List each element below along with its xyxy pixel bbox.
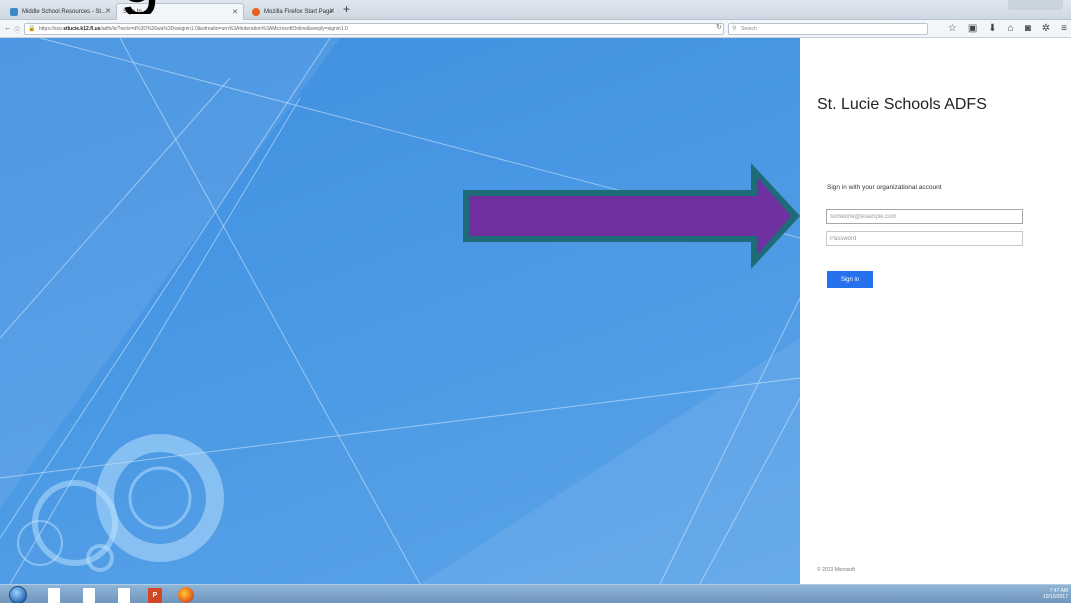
clock-date: 10/10/2017: [1042, 594, 1068, 600]
lock-icon: 🔒: [28, 26, 36, 32]
taskbar-app-icon[interactable]: [48, 588, 60, 603]
slide-heading-fragment: n: [0, 44, 22, 118]
toolbar-icons: ☆ ▣ ⬇ ⌂ ◙ ✲ ≡: [948, 22, 1067, 36]
screen: Middle School Resources - St... ✕ Sign I…: [0, 0, 1071, 603]
new-tab-icon[interactable]: +: [343, 2, 350, 16]
background-illustration: [0, 38, 800, 584]
tab-label: Mozilla Firefox Start Page: [264, 8, 333, 15]
site-favicon-icon: [10, 7, 18, 16]
window-controls[interactable]: [1008, 0, 1063, 10]
reading-list-icon[interactable]: ▣: [968, 22, 977, 36]
start-button-icon[interactable]: [9, 586, 27, 603]
sign-in-instruction: Sign in with your organizational account: [827, 184, 942, 191]
extension-icon[interactable]: ✲: [1042, 22, 1050, 36]
system-clock[interactable]: 7:47 AM 10/10/2017: [1043, 588, 1068, 600]
url-prefix: https://sso.: [39, 26, 64, 32]
pocket-icon[interactable]: ◙: [1025, 22, 1031, 36]
close-tab-icon[interactable]: ✕: [105, 7, 111, 15]
url-path: /adfs/ls/?wctx=d%3D%26wa%3Dwsignin1.0&wt…: [100, 26, 348, 32]
taskbar-app-icon[interactable]: [83, 588, 95, 603]
background-lines: [0, 38, 800, 584]
download-icon[interactable]: ⬇: [988, 22, 996, 36]
firefox-icon[interactable]: [178, 587, 194, 603]
powerpoint-icon[interactable]: P: [148, 588, 162, 603]
home-icon[interactable]: ⌂: [1008, 22, 1014, 36]
tab-label: Middle School Resources - St...: [22, 8, 107, 15]
tab-firefox-start-page[interactable]: Mozilla Firefox Start Page ✕: [246, 3, 340, 20]
url-domain: stlucie.k12.fl.us: [63, 26, 101, 32]
reload-icon[interactable]: ↻: [716, 23, 722, 31]
annotation-arrow-icon: [463, 163, 800, 269]
menu-icon[interactable]: ≡: [1061, 22, 1067, 36]
taskbar-app-icon[interactable]: [118, 588, 130, 603]
navigation-bar: ← ⓘ 🔒 https://sso.stlucie.k12.fl.us/adfs…: [0, 20, 1071, 38]
sign-in-button[interactable]: Sign in: [827, 271, 873, 288]
password-field[interactable]: [826, 231, 1023, 246]
bookmark-star-icon[interactable]: ☆: [948, 22, 957, 36]
slide-heading-fragment-top: g: [120, 0, 180, 14]
sign-in-panel: St. Lucie Schools ADFS Sign in with your…: [800, 38, 1071, 584]
close-tab-icon[interactable]: ✕: [232, 8, 238, 16]
close-tab-icon[interactable]: ✕: [329, 7, 335, 15]
info-icon[interactable]: ⓘ: [14, 25, 20, 34]
search-placeholder: Search: [741, 26, 757, 32]
tab-middle-school-resources[interactable]: Middle School Resources - St... ✕: [4, 3, 116, 20]
search-input[interactable]: ⚲ Search: [728, 23, 928, 35]
firefox-favicon-icon: [252, 7, 260, 16]
organization-title: St. Lucie Schools ADFS: [817, 96, 987, 113]
email-field[interactable]: [826, 209, 1023, 224]
address-bar[interactable]: 🔒 https://sso.stlucie.k12.fl.us/adfs/ls/…: [24, 23, 724, 35]
search-icon: ⚲: [732, 26, 737, 32]
back-icon[interactable]: ←: [4, 23, 12, 32]
taskbar: P 7:47 AM 10/10/2017: [0, 584, 1071, 603]
copyright-footer: © 2013 Microsoft: [817, 567, 855, 573]
